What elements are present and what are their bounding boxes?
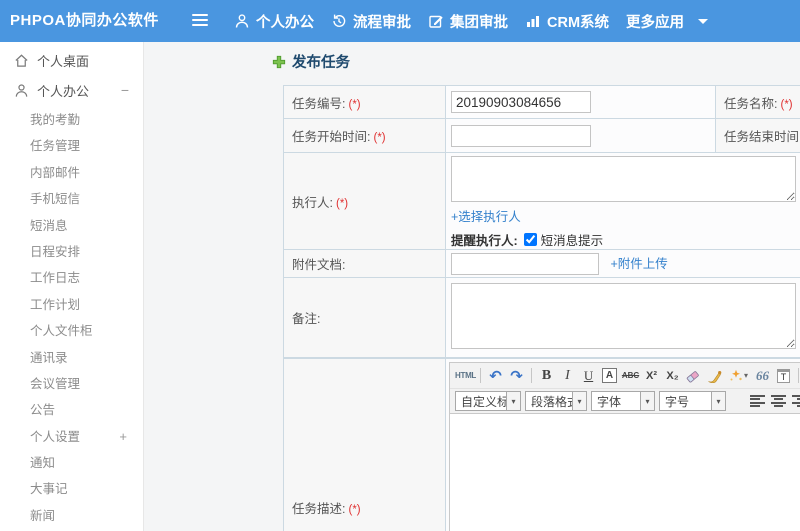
remark-label: 备注: [283, 277, 446, 358]
home-icon [14, 53, 29, 68]
edit-icon [428, 13, 444, 29]
task-form-table: 任务编号:(*) 任务名称:(*) 任务开始时间:(*) 任务结束时间:(*) [283, 85, 800, 358]
subscript-button[interactable]: X₂ [662, 366, 683, 386]
custom-title-select[interactable]: 自定义标题 ▾ [455, 391, 521, 411]
sidebar-item-work-plan[interactable]: 工作计划 [0, 292, 143, 318]
attachment-label: 附件文档: [283, 249, 446, 278]
executor-textarea[interactable] [451, 156, 796, 202]
person-icon [14, 83, 29, 98]
person-icon [234, 13, 250, 29]
add-plus-icon [272, 55, 286, 69]
sidebar-item-contacts[interactable]: 通讯录 [0, 345, 143, 371]
sidebar-item-task-management[interactable]: 任务管理 [0, 133, 143, 159]
sidebar-item-attendance[interactable]: 我的考勤 [0, 107, 143, 133]
collapse-minus-icon[interactable]: − [121, 82, 129, 98]
redo-button[interactable]: ↷ [506, 366, 527, 386]
sidebar-item-notice[interactable]: 通知 [0, 450, 143, 476]
choose-executor-link[interactable]: +选择执行人 [451, 210, 521, 224]
caret-down-icon: ▾ [572, 392, 586, 410]
remark-textarea[interactable] [451, 283, 796, 349]
sidebar-item-events[interactable]: 大事记 [0, 476, 143, 502]
align-left-button[interactable] [750, 394, 765, 408]
top-nav: 个人办公 流程审批 集团审批 CRM系统 更多应用 [234, 0, 725, 42]
magic-wand-dropdown-button[interactable]: ▾ [725, 366, 752, 386]
rich-text-editor: HTML ↶ ↷ B I U A ABC X² X₂ ▾ 66 T 自定义标 ▾… [449, 362, 800, 531]
caret-down-icon: ▾ [711, 392, 725, 410]
attachment-upload-link[interactable]: +附件上传 [610, 257, 667, 271]
undo-button[interactable]: ↶ [485, 366, 506, 386]
executor-label: 执行人: (*) [283, 152, 446, 250]
app-logo: PHPOA协同办公软件 [10, 12, 159, 29]
main-content: 发布任务 任务编号:(*) 任务名称:(*) 任务开始时间:(*) [145, 42, 800, 531]
process-history-icon [331, 13, 347, 29]
align-right-button[interactable] [792, 394, 800, 408]
sidebar: 个人桌面 个人办公 − 我的考勤 任务管理 内部邮件 手机短信 短消息 日程安排… [0, 42, 144, 531]
underline-button[interactable]: U [578, 366, 599, 386]
end-time-label: 任务结束时间:(*) [715, 118, 800, 153]
editor-toolbar-row-1: HTML ↶ ↷ B I U A ABC X² X₂ ▾ 66 T [450, 363, 800, 388]
start-time-label: 任务开始时间: (*) [283, 118, 446, 153]
sidebar-item-personal-settings[interactable]: 个人设置 + [0, 424, 143, 450]
font-style-button[interactable]: A [599, 366, 620, 386]
nav-group-approval[interactable]: 集团审批 [428, 11, 508, 32]
editor-content-area[interactable] [450, 413, 800, 531]
sidebar-item-personal-office[interactable]: 个人办公 − [0, 75, 143, 105]
sidebar-item-internal-mail[interactable]: 内部邮件 [0, 160, 143, 186]
task-number-label: 任务编号: (*) [283, 85, 446, 119]
task-description-table: 任务描述: (*) HTML ↶ ↷ B I U A ABC X² X₂ ▾ 6… [283, 358, 800, 531]
italic-button[interactable]: I [557, 366, 578, 386]
start-time-input[interactable] [451, 124, 591, 147]
caret-down-icon: ▾ [640, 392, 654, 410]
sidebar-item-meeting-management[interactable]: 会议管理 [0, 371, 143, 397]
sidebar-item-file-cabinet[interactable]: 个人文件柜 [0, 318, 143, 344]
strikethrough-button[interactable]: ABC [620, 366, 641, 386]
sidebar-item-short-message[interactable]: 短消息 [0, 213, 143, 239]
bar-chart-icon [525, 13, 541, 29]
eraser-remove-format-button[interactable] [683, 366, 704, 386]
html-source-button[interactable]: HTML [455, 366, 476, 386]
sidebar-item-personal-desktop[interactable]: 个人桌面 [0, 45, 143, 75]
sms-remind-option-label: 短消息提示 [540, 234, 604, 248]
sidebar-item-work-log[interactable]: 工作日志 [0, 265, 143, 291]
bold-button[interactable]: B [536, 366, 557, 386]
page-title: 发布任务 [272, 51, 350, 72]
sidebar-submenu: 我的考勤 任务管理 内部邮件 手机短信 短消息 日程安排 工作日志 工作计划 个… [0, 107, 143, 529]
caret-down-icon [698, 18, 709, 24]
sidebar-item-sms[interactable]: 手机短信 [0, 186, 143, 212]
superscript-button[interactable]: X² [641, 366, 662, 386]
caret-down-icon: ▾ [506, 392, 520, 410]
paste-plain-text-button[interactable]: T [773, 366, 794, 386]
expand-plus-icon[interactable]: + [119, 424, 127, 450]
sidebar-item-news[interactable]: 新闻 [0, 503, 143, 529]
remind-executor-label: 提醒执行人: [451, 234, 518, 248]
top-bar: PHPOA协同办公软件 个人办公 流程审批 集团审批 CRM系统 更多应用 [0, 0, 800, 42]
task-number-input[interactable] [451, 91, 591, 113]
sms-remind-checkbox[interactable] [523, 233, 537, 246]
sidebar-item-schedule[interactable]: 日程安排 [0, 239, 143, 265]
task-name-label: 任务名称: (*) [715, 85, 800, 119]
editor-toolbar-row-2: 自定义标题 ▾ 段落格式 ▾ 字体 ▾ 字号 ▾ [450, 388, 800, 413]
font-size-select[interactable]: 字号 ▾ [659, 391, 726, 411]
paragraph-format-select[interactable]: 段落格式 ▾ [525, 391, 587, 411]
font-family-select[interactable]: 字体 ▾ [591, 391, 655, 411]
description-label: 任务描述: (*) [283, 358, 446, 531]
nav-crm-system[interactable]: CRM系统 [525, 11, 609, 32]
nav-process-approval[interactable]: 流程审批 [331, 11, 411, 32]
attachment-input[interactable] [451, 252, 599, 275]
blockquote-button[interactable]: 66 [752, 366, 773, 386]
align-center-button[interactable] [771, 394, 786, 408]
sidebar-item-announcement[interactable]: 公告 [0, 397, 143, 423]
nav-more-apps[interactable]: 更多应用 [626, 11, 709, 32]
nav-personal-office[interactable]: 个人办公 [234, 11, 314, 32]
format-brush-button[interactable] [704, 366, 725, 386]
hamburger-menu-icon[interactable] [192, 14, 208, 27]
